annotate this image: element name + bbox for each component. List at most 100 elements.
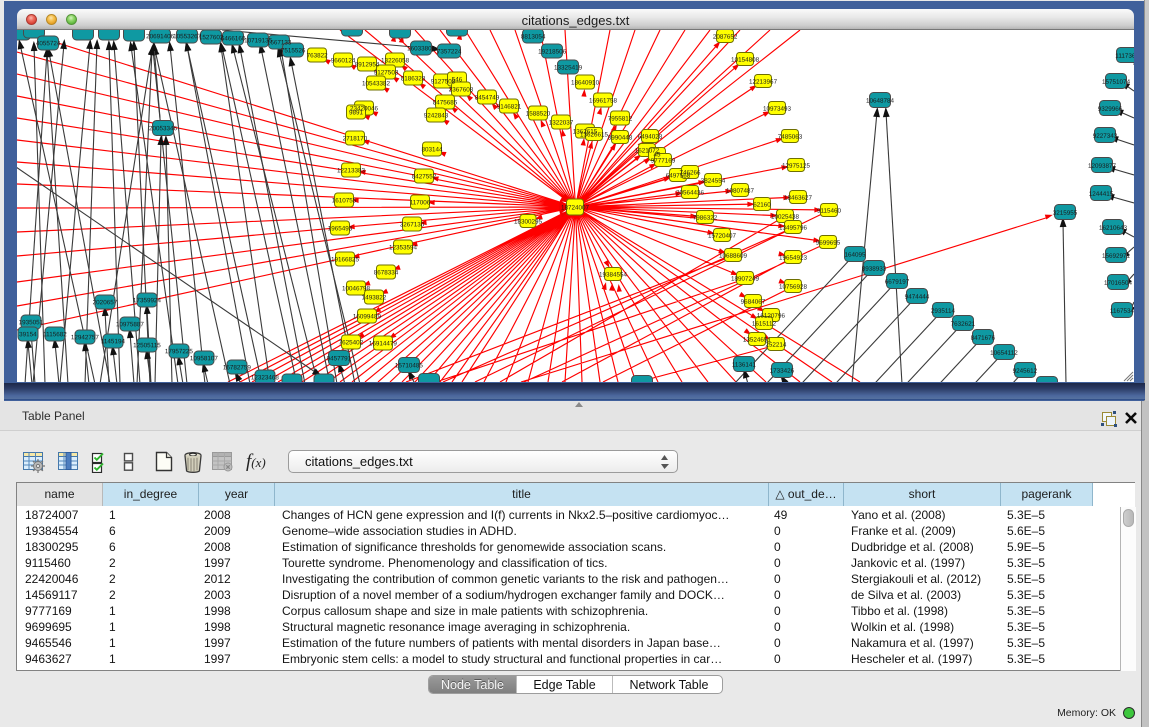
svg-text:12093877: 12093877 — [1088, 163, 1117, 170]
svg-text:7986322: 7986322 — [693, 215, 718, 222]
svg-text:1965493: 1965493 — [328, 225, 353, 232]
svg-text:8427552: 8427552 — [412, 173, 437, 180]
svg-text:9684067: 9684067 — [741, 299, 766, 306]
svg-text:13226058: 13226058 — [381, 57, 410, 64]
svg-text:1733426: 1733426 — [770, 368, 795, 375]
svg-text:39154: 39154 — [19, 331, 37, 338]
svg-text:17359924: 17359924 — [133, 297, 162, 304]
svg-text:7632621: 7632621 — [951, 321, 976, 328]
svg-text:15710485: 15710485 — [395, 362, 424, 369]
svg-text:10654112: 10654112 — [990, 350, 1018, 357]
svg-text:12975125: 12975125 — [782, 163, 811, 170]
svg-text:16120796: 16120796 — [757, 313, 786, 320]
svg-text:8990448: 8990448 — [608, 135, 633, 142]
svg-text:13325419: 13325419 — [554, 64, 583, 71]
svg-text:6679197: 6679197 — [885, 279, 910, 286]
svg-text:13626615: 13626615 — [580, 132, 609, 139]
svg-text:1167534: 1167534 — [1110, 308, 1134, 315]
svg-text:12213383: 12213383 — [337, 167, 366, 174]
svg-text:10046798: 10046798 — [342, 285, 371, 292]
svg-text:18300295: 18300295 — [514, 218, 543, 225]
svg-text:10543382: 10543382 — [362, 80, 391, 87]
svg-text:6494028: 6494028 — [638, 134, 663, 141]
svg-text:18907249: 18907249 — [731, 276, 760, 283]
svg-text:15751074: 15751074 — [1102, 79, 1131, 86]
svg-text:16099489: 16099489 — [353, 313, 382, 320]
svg-text:1115682: 1115682 — [43, 331, 67, 338]
svg-text:4055724: 4055724 — [36, 40, 61, 47]
svg-text:9457791: 9457791 — [327, 355, 352, 362]
svg-text:7625402: 7625402 — [339, 339, 364, 346]
svg-text:2087652: 2087652 — [713, 34, 738, 41]
svg-text:7485063: 7485063 — [778, 134, 803, 141]
svg-text:10756928: 10756928 — [779, 284, 808, 291]
svg-text:1615112: 1615112 — [752, 321, 777, 328]
svg-text:9699695: 9699695 — [816, 240, 841, 247]
svg-text:18724007: 18724007 — [561, 204, 590, 211]
svg-text:19384554: 19384554 — [599, 272, 628, 279]
svg-text:19654923: 19654923 — [779, 255, 808, 262]
svg-text:16961758: 16961758 — [589, 98, 618, 105]
svg-text:15692971: 15692971 — [1102, 253, 1131, 260]
svg-text:19166825: 19166825 — [331, 256, 360, 263]
svg-text:1117368: 1117368 — [1115, 53, 1134, 60]
svg-text:164095: 164095 — [844, 252, 866, 259]
svg-text:9891: 9891 — [349, 109, 364, 116]
svg-text:10154808: 10154808 — [731, 57, 760, 64]
svg-text:8454749: 8454749 — [475, 94, 500, 101]
svg-text:12323468: 12323468 — [251, 374, 280, 381]
svg-text:16914479: 16914479 — [369, 340, 398, 347]
svg-text:20691406: 20691406 — [146, 33, 175, 40]
svg-text:10688609: 10688609 — [719, 253, 748, 260]
svg-text:18463627: 18463627 — [784, 195, 813, 202]
svg-text:9242843: 9242843 — [424, 112, 449, 119]
svg-text:1322037: 1322037 — [549, 119, 574, 126]
svg-text:10975887: 10975887 — [116, 321, 145, 328]
svg-text:1935051: 1935051 — [19, 319, 44, 326]
svg-text:62160: 62160 — [753, 202, 771, 209]
svg-text:9777169: 9777169 — [651, 158, 676, 165]
svg-text:9660124: 9660124 — [331, 57, 356, 64]
svg-text:2935114: 2935114 — [931, 308, 956, 315]
svg-text:12505115: 12505115 — [133, 342, 161, 349]
svg-text:1136141: 1136141 — [732, 362, 757, 369]
svg-text:9227343: 9227343 — [1093, 133, 1118, 140]
svg-text:746266: 746266 — [680, 170, 702, 177]
svg-text:17016504: 17016504 — [1104, 280, 1133, 287]
svg-text:3824554: 3824554 — [701, 178, 726, 185]
svg-text:10807487: 10807487 — [726, 188, 755, 195]
svg-text:20564436: 20564436 — [676, 190, 705, 197]
svg-text:546: 546 — [452, 76, 463, 83]
svg-text:12213967: 12213967 — [749, 79, 778, 86]
svg-text:8938933: 8938933 — [862, 266, 887, 273]
svg-text:12942757: 12942757 — [71, 334, 100, 341]
svg-text:17957225: 17957225 — [165, 348, 194, 355]
svg-text:8678334: 8678334 — [374, 269, 399, 276]
svg-text:9474444: 9474444 — [905, 294, 930, 301]
svg-text:16033809: 16033809 — [407, 45, 436, 52]
svg-text:2718170: 2718170 — [343, 135, 368, 142]
svg-text:19218506: 19218506 — [538, 48, 567, 55]
svg-text:16782759: 16782759 — [223, 364, 252, 371]
svg-text:1244415: 1244415 — [1089, 191, 1114, 198]
svg-text:8471676: 8471676 — [971, 335, 996, 342]
svg-text:3267130: 3267130 — [400, 221, 425, 228]
svg-text:6466160: 6466160 — [221, 35, 246, 42]
svg-text:1588520: 1588520 — [526, 110, 551, 117]
svg-text:7515526: 7515526 — [281, 47, 306, 54]
svg-text:15720407: 15720407 — [708, 233, 737, 240]
svg-text:8912954: 8912954 — [355, 61, 380, 68]
svg-text:763822: 763822 — [307, 52, 329, 59]
svg-text:10973493: 10973493 — [763, 106, 792, 113]
svg-text:9115460: 9115460 — [817, 208, 842, 215]
svg-text:10025438: 10025438 — [771, 214, 800, 221]
svg-text:1493822: 1493822 — [362, 294, 387, 301]
svg-text:10648784: 10648784 — [866, 98, 895, 105]
svg-text:3215955: 3215955 — [1053, 210, 1078, 217]
svg-text:12353594: 12353594 — [389, 244, 418, 251]
svg-text:10553267: 10553267 — [173, 33, 202, 40]
svg-text:7357224: 7357224 — [437, 48, 462, 55]
svg-text:8813054: 8813054 — [521, 33, 546, 40]
svg-text:20053346: 20053346 — [149, 125, 178, 132]
svg-text:16210643: 16210643 — [1099, 225, 1128, 232]
